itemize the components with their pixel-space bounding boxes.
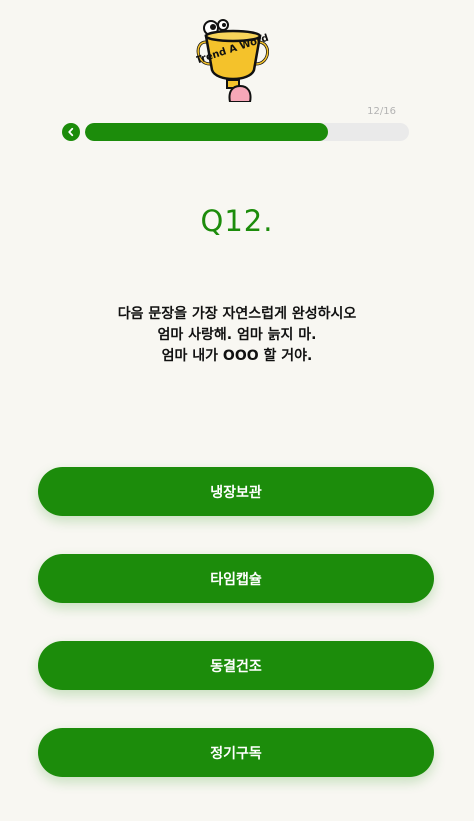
answer-button-2[interactable]: 타임캡슐 <box>38 554 434 603</box>
question-text: 다음 문장을 가장 자연스럽게 완성하시오 엄마 사랑해. 엄마 늙지 마. 엄… <box>0 304 474 367</box>
progress-bar-fill <box>85 123 328 141</box>
answer-label: 냉장보관 <box>210 484 262 501</box>
back-button[interactable] <box>62 123 80 141</box>
question-line: 엄마 내가 OOO 할 거야. <box>161 348 313 364</box>
question-line: 다음 문장을 가장 자연스럽게 완성하시오 <box>117 306 357 322</box>
answer-button-3[interactable]: 동결건조 <box>38 641 434 690</box>
question-number: Q12. <box>200 204 274 238</box>
answer-label: 타임캡슐 <box>210 571 262 588</box>
answer-label: 정기구독 <box>210 745 262 762</box>
answer-button-1[interactable]: 냉장보관 <box>38 467 434 516</box>
trend-a-word-logo: Trend A Word <box>196 19 270 102</box>
progress-counter: 12/16 <box>367 106 396 117</box>
answer-button-4[interactable]: 정기구독 <box>38 728 434 777</box>
question-line: 엄마 사랑해. 엄마 늙지 마. <box>157 327 317 343</box>
chevron-left-icon <box>68 127 74 137</box>
answer-label: 동결건조 <box>210 658 262 675</box>
progress-bar <box>85 123 409 141</box>
